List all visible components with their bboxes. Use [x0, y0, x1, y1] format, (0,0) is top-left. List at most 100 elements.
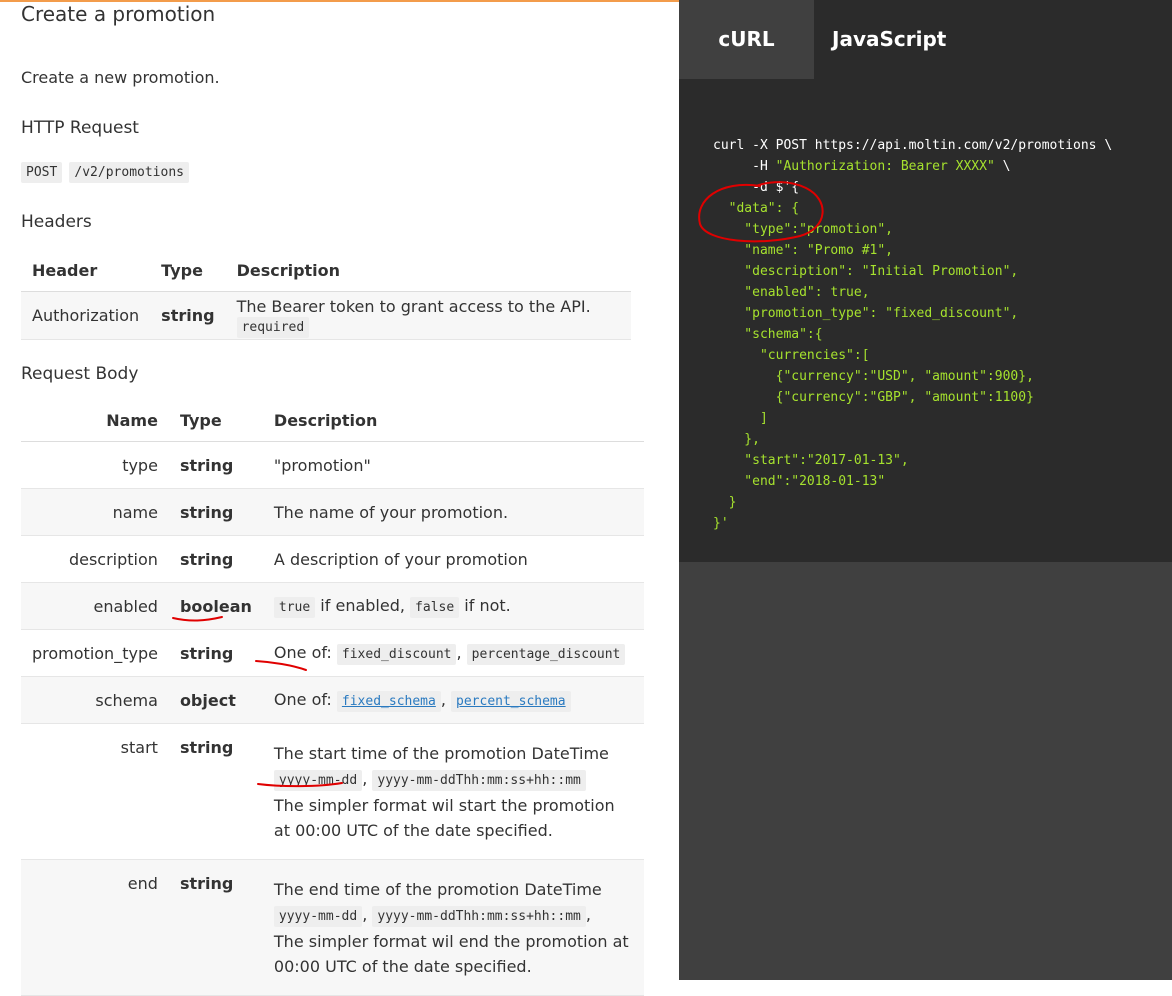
table-row: end string The end time of the promotion… [21, 859, 644, 996]
description-text: if not. [459, 595, 511, 615]
docs-content: Create a promotion Create a new promotio… [0, 0, 679, 996]
tab-curl[interactable]: cURL [679, 0, 814, 79]
description-text: The start time of the promotion DateTime [273, 743, 609, 763]
code-tabs: cURL JavaScript [679, 0, 1172, 79]
code-line: "currencies":[ [713, 348, 870, 363]
table-row: description string A description of your… [21, 535, 644, 583]
description-text: One of: [273, 689, 332, 709]
code-datetime-format: yyyy-mm-ddThh:mm:ss+hh::mm [372, 905, 586, 927]
separator: , [362, 904, 368, 924]
code-line: -d $'{ [713, 180, 800, 195]
description-text: The Bearer token to grant access to the … [236, 296, 591, 316]
code-line: "name": "Promo #1", [713, 243, 894, 258]
table-header-row: Name Type Description [21, 399, 644, 442]
code-line: curl -X POST https://api.moltin.com/v2/p… [713, 138, 1113, 153]
table-row: Authorization string The Bearer token to… [21, 291, 631, 340]
field-type: string [168, 441, 263, 489]
code-line: "end":"2018-01-13" [713, 474, 886, 489]
code-date-format: yyyy-mm-dd [273, 905, 363, 927]
column-header: Type [168, 399, 263, 442]
separator: , [585, 904, 591, 924]
code-line: "description": "Initial Promotion", [713, 264, 1019, 279]
code-panel: cURL JavaScript curl -X POST https://api… [679, 0, 1172, 980]
field-name: schema [21, 676, 169, 724]
code-datetime-format: yyyy-mm-ddThh:mm:ss+hh::mm [372, 769, 586, 791]
header-type: string [150, 291, 226, 340]
code-line: {"currency":"USD", "amount":900}, [713, 369, 1034, 384]
code-line: } [713, 495, 737, 510]
separator: , [456, 642, 462, 662]
field-name: description [21, 535, 169, 583]
table-row: start string The start time of the promo… [21, 723, 644, 860]
tab-javascript[interactable]: JavaScript [814, 0, 1172, 79]
field-name: type [21, 441, 169, 489]
column-header: Name [21, 399, 169, 442]
page-intro: Create a new promotion. [21, 68, 220, 87]
required-badge: required [236, 316, 310, 338]
description-text: The end time of the promotion DateTime [273, 879, 602, 899]
code-fixed-discount: fixed_discount [336, 643, 457, 665]
header-description: The Bearer token to grant access to the … [225, 291, 631, 340]
code-line: }' [713, 516, 729, 531]
code-true: true [273, 596, 316, 618]
code-line: -H "Authorization: Bearer XXXX" \ [713, 159, 1011, 174]
field-type: string [168, 488, 263, 536]
field-name: start [21, 723, 169, 860]
headers-table: Header Type Description Authorization st… [21, 249, 631, 340]
field-description: The name of your promotion. [262, 488, 644, 536]
field-description: The start time of the promotion DateTime… [262, 723, 644, 860]
description-text: One of: [273, 642, 332, 662]
field-type: boolean [168, 582, 263, 630]
description-text: The simpler format wil end the promotion… [273, 931, 629, 976]
code-line: "start":"2017-01-13", [713, 453, 909, 468]
table-row: schema object One of: fixed_schema, perc… [21, 676, 644, 724]
code-date-format: yyyy-mm-dd [273, 769, 363, 791]
page-title: Create a promotion [21, 2, 216, 26]
description-text: The simpler format wil start the promoti… [273, 795, 615, 840]
field-name: name [21, 488, 169, 536]
table-row: name string The name of your promotion. [21, 488, 644, 536]
field-description: A description of your promotion [262, 535, 644, 583]
http-method: POST [21, 162, 63, 183]
separator: , [362, 768, 368, 788]
field-type: string [168, 535, 263, 583]
headers-heading: Headers [21, 212, 92, 232]
field-type: object [168, 676, 263, 724]
code-false: false [410, 596, 460, 618]
code-line: ] [713, 411, 768, 426]
field-type: string [168, 859, 263, 996]
code-sample: curl -X POST https://api.moltin.com/v2/p… [713, 135, 1112, 534]
code-line: "schema":{ [713, 327, 823, 342]
code-line: "promotion_type": "fixed_discount", [713, 306, 1019, 321]
code-line: "enabled": true, [713, 285, 870, 300]
table-row: promotion_type string One of: fixed_disc… [21, 629, 644, 677]
field-description: true if enabled, false if not. [262, 582, 644, 630]
field-name: promotion_type [21, 629, 169, 677]
fixed-schema-link[interactable]: fixed_schema [336, 690, 441, 712]
field-description: One of: fixed_discount, percentage_disco… [262, 629, 644, 677]
code-line: "type":"promotion", [713, 222, 894, 237]
column-header: Description [225, 249, 631, 292]
http-endpoint: /v2/promotions [69, 162, 189, 183]
separator: , [440, 689, 446, 709]
table-row: type string "promotion" [21, 441, 644, 489]
column-header: Type [150, 249, 226, 292]
percent-schema-link[interactable]: percent_schema [451, 690, 571, 712]
table-header-row: Header Type Description [21, 249, 631, 292]
code-line: }, [713, 432, 760, 447]
description-text: if enabled, [315, 595, 405, 615]
field-description: The end time of the promotion DateTime yy… [262, 859, 644, 996]
field-name: end [21, 859, 169, 996]
code-line: {"currency":"GBP", "amount":1100} [713, 390, 1034, 405]
code-line: "data": { [713, 201, 800, 216]
field-description: "promotion" [262, 441, 644, 489]
column-header: Header [21, 249, 151, 292]
request-body-heading: Request Body [21, 364, 139, 384]
field-type: string [168, 629, 263, 677]
http-request-line: POST /v2/promotions [21, 161, 191, 183]
request-body-table: Name Type Description type string "promo… [21, 399, 644, 996]
table-row: enabled boolean true if enabled, false i… [21, 582, 644, 630]
column-header: Description [262, 399, 644, 442]
field-name: enabled [21, 582, 169, 630]
code-percentage-discount: percentage_discount [466, 643, 626, 665]
